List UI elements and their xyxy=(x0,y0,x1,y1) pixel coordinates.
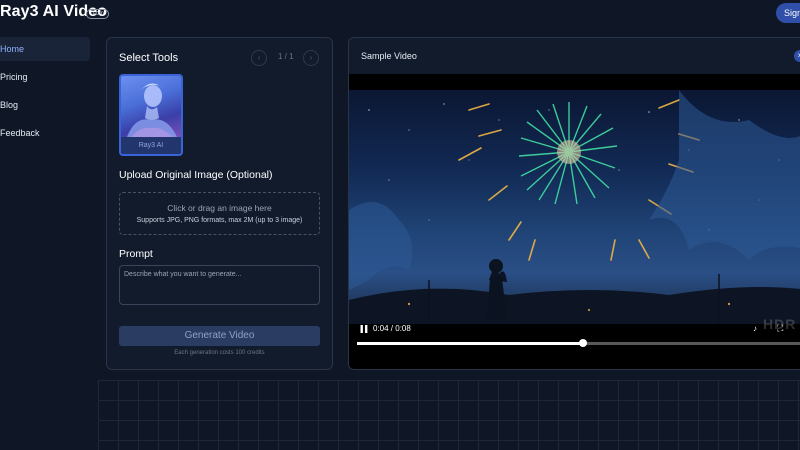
prompt-section-title: Prompt xyxy=(119,248,153,260)
chevron-left-icon[interactable]: ‹ xyxy=(251,50,267,66)
background-grid xyxy=(98,380,800,450)
video-progress-handle[interactable] xyxy=(579,339,587,347)
sidebar-item-home[interactable]: Home xyxy=(0,37,90,61)
video-controls: 0:04 / 0:08 ♪ ⛶ xyxy=(349,320,800,340)
pause-icon[interactable] xyxy=(359,324,369,334)
video-player[interactable]: HDR 0:04 / 0:08 ♪ ⛶ xyxy=(349,74,800,369)
sample-video-panel: Sample Video × xyxy=(348,37,800,370)
sample-video-title: Sample Video xyxy=(361,51,417,61)
dropzone-format-note: Supports JPG, PNG formats, max 2M (up to… xyxy=(136,217,303,224)
sidebar-item-pricing[interactable]: Pricing xyxy=(0,65,90,89)
video-frame xyxy=(349,90,800,324)
fireworks-scene xyxy=(349,90,800,324)
dropzone-instruction: Click or drag an image here xyxy=(167,203,272,213)
tools-pager-text: 1 / 1 xyxy=(278,52,294,61)
generator-panel: Select Tools ‹ 1 / 1 › Ray3 AI Upload Or… xyxy=(106,37,333,370)
tool-label: Ray3 AI xyxy=(121,137,181,154)
tool-card-ray3[interactable]: Ray3 AI xyxy=(119,74,183,156)
video-time: 0:04 / 0:08 xyxy=(373,324,411,333)
close-icon[interactable]: × xyxy=(794,50,800,62)
credits-cost-note: Each generation costs 100 credits xyxy=(174,350,265,356)
video-progress-bar[interactable] xyxy=(357,339,800,347)
sidebar-item-feedback[interactable]: Feedback xyxy=(0,121,90,145)
tool-thumbnail xyxy=(121,76,181,137)
video-progress-fill xyxy=(357,342,583,345)
upload-section-title: Upload Original Image (Optional) xyxy=(119,169,273,181)
sign-in-button[interactable]: Sign xyxy=(776,3,800,23)
sidebar-item-blog[interactable]: Blog xyxy=(0,93,90,117)
fullscreen-icon[interactable]: ⛶ xyxy=(777,323,783,334)
image-upload-dropzone[interactable]: Click or drag an image here Supports JPG… xyxy=(119,192,320,235)
select-tools-title: Select Tools xyxy=(119,52,179,64)
brand-domain-badge: .com xyxy=(86,9,110,19)
app-header: Ray3 AI Video .com Sign xyxy=(0,0,800,28)
chevron-right-icon[interactable]: › xyxy=(303,50,319,66)
generate-video-button[interactable]: Generate Video xyxy=(119,326,320,346)
prompt-input[interactable] xyxy=(119,265,320,305)
volume-icon[interactable]: ♪ xyxy=(753,324,757,333)
